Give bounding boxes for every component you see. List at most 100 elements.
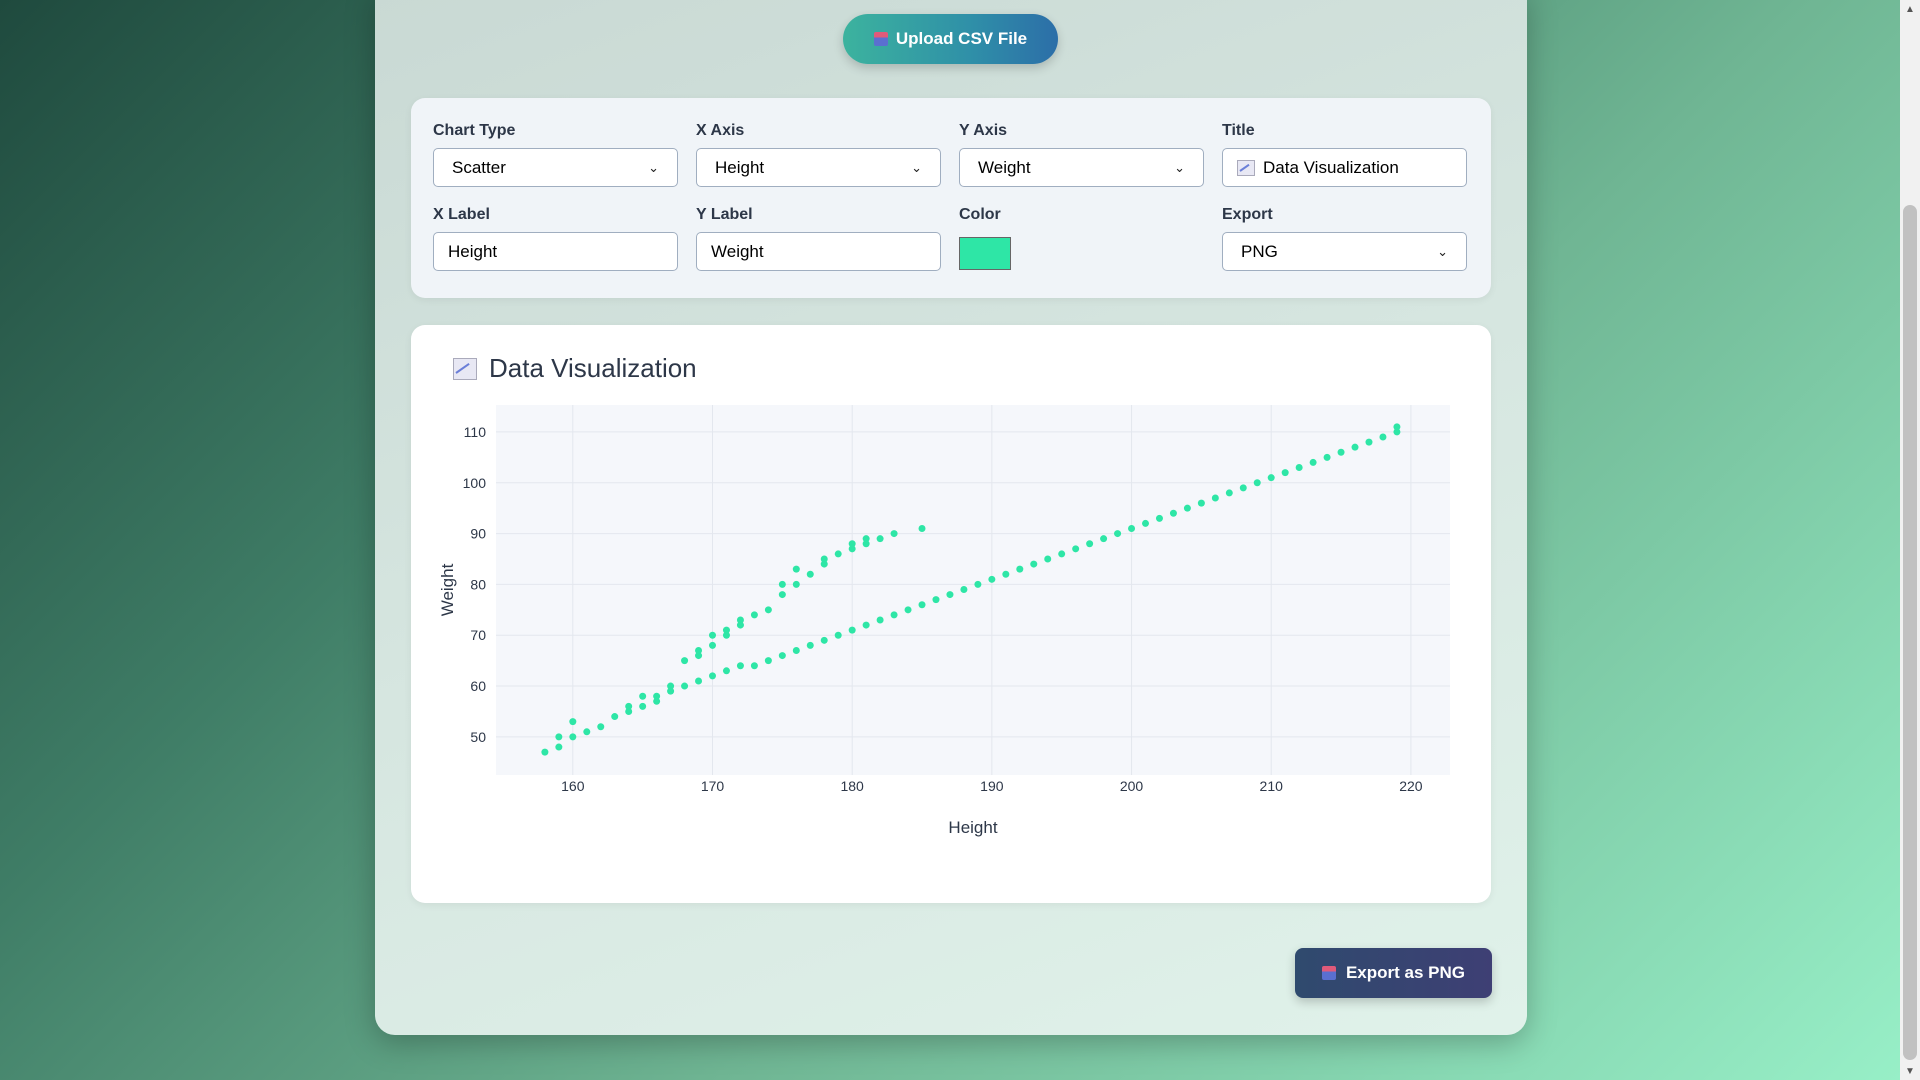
data-point[interactable] xyxy=(667,682,675,690)
data-point[interactable] xyxy=(639,692,647,700)
data-point[interactable] xyxy=(792,580,800,588)
export-format-select[interactable]: PNG ⌄ xyxy=(1222,232,1467,271)
page-scrollbar[interactable]: ▲ ▼ xyxy=(1900,0,1920,1080)
data-point[interactable] xyxy=(820,636,828,644)
y-label-input[interactable]: Weight xyxy=(696,232,941,271)
data-point[interactable] xyxy=(569,718,577,726)
data-point[interactable] xyxy=(932,596,940,604)
data-point[interactable] xyxy=(750,611,758,619)
data-point[interactable] xyxy=(862,621,870,629)
data-point[interactable] xyxy=(862,535,870,543)
data-point[interactable] xyxy=(1351,443,1359,451)
data-point[interactable] xyxy=(1211,494,1219,502)
data-point[interactable] xyxy=(974,580,982,588)
upload-csv-button[interactable]: Upload CSV File xyxy=(843,14,1058,64)
data-point[interactable] xyxy=(876,535,884,543)
data-point[interactable] xyxy=(1295,464,1303,472)
data-point[interactable] xyxy=(834,631,842,639)
data-point[interactable] xyxy=(681,657,689,665)
data-point[interactable] xyxy=(1155,514,1163,522)
data-point[interactable] xyxy=(848,540,856,548)
data-point[interactable] xyxy=(792,565,800,573)
data-point[interactable] xyxy=(736,662,744,670)
data-point[interactable] xyxy=(1114,530,1122,538)
scatter-chart[interactable]: 160 170 180 190 200 210 220 50 60 70 80 90 100 110 H… xyxy=(411,325,1491,903)
chart-type-select[interactable]: Scatter ⌄ xyxy=(433,148,678,187)
data-point[interactable] xyxy=(1002,570,1010,578)
data-point[interactable] xyxy=(1281,469,1289,477)
data-point[interactable] xyxy=(960,585,968,593)
data-point[interactable] xyxy=(1142,519,1150,527)
data-point[interactable] xyxy=(695,646,703,654)
data-point[interactable] xyxy=(1253,479,1261,487)
x-axis-select[interactable]: Height ⌄ xyxy=(696,148,941,187)
data-point[interactable] xyxy=(848,626,856,634)
data-point[interactable] xyxy=(904,606,912,614)
data-point[interactable] xyxy=(890,611,898,619)
data-point[interactable] xyxy=(806,641,814,649)
data-point[interactable] xyxy=(555,743,563,751)
data-point[interactable] xyxy=(876,616,884,624)
data-point[interactable] xyxy=(1072,545,1080,553)
data-point[interactable] xyxy=(611,713,619,721)
data-point[interactable] xyxy=(597,723,605,731)
title-input[interactable]: Data Visualization xyxy=(1222,148,1467,187)
data-point[interactable] xyxy=(750,662,758,670)
data-point[interactable] xyxy=(722,626,730,634)
data-point[interactable] xyxy=(764,606,772,614)
data-point[interactable] xyxy=(918,601,926,609)
scroll-down-icon[interactable]: ▼ xyxy=(1900,1062,1920,1080)
data-point[interactable] xyxy=(722,667,730,675)
data-point[interactable] xyxy=(583,728,591,736)
data-point[interactable] xyxy=(890,530,898,538)
data-point[interactable] xyxy=(1183,504,1191,512)
data-point[interactable] xyxy=(1030,560,1038,568)
data-point[interactable] xyxy=(1016,565,1024,573)
data-point[interactable] xyxy=(736,616,744,624)
data-point[interactable] xyxy=(1365,438,1373,446)
data-point[interactable] xyxy=(709,631,717,639)
data-point[interactable] xyxy=(834,550,842,558)
data-point[interactable] xyxy=(709,641,717,649)
data-point[interactable] xyxy=(1197,499,1205,507)
data-point[interactable] xyxy=(709,672,717,680)
data-point[interactable] xyxy=(1044,555,1052,563)
data-point[interactable] xyxy=(792,646,800,654)
data-point[interactable] xyxy=(820,555,828,563)
x-label-input[interactable]: Height xyxy=(433,232,678,271)
data-point[interactable] xyxy=(1379,433,1387,441)
data-point[interactable] xyxy=(806,570,814,578)
data-point[interactable] xyxy=(1100,535,1108,543)
data-point[interactable] xyxy=(555,733,563,741)
data-point[interactable] xyxy=(1267,474,1275,482)
data-point[interactable] xyxy=(778,580,786,588)
data-point[interactable] xyxy=(1323,453,1331,461)
data-point[interactable] xyxy=(569,733,577,741)
data-point[interactable] xyxy=(1239,484,1247,492)
scrollbar-thumb[interactable] xyxy=(1903,205,1917,1060)
data-point[interactable] xyxy=(695,677,703,685)
data-point[interactable] xyxy=(1086,540,1094,548)
data-point[interactable] xyxy=(1309,458,1317,466)
color-picker[interactable] xyxy=(959,237,1011,270)
data-point[interactable] xyxy=(1128,525,1136,533)
data-point[interactable] xyxy=(764,657,772,665)
data-point[interactable] xyxy=(778,652,786,660)
data-point[interactable] xyxy=(639,702,647,710)
data-point[interactable] xyxy=(1058,550,1066,558)
data-point[interactable] xyxy=(778,591,786,599)
data-point[interactable] xyxy=(946,591,954,599)
data-point[interactable] xyxy=(541,748,549,756)
data-point[interactable] xyxy=(653,692,661,700)
data-point[interactable] xyxy=(1225,489,1233,497)
data-point[interactable] xyxy=(988,575,996,583)
data-point[interactable] xyxy=(1337,448,1345,456)
export-png-button[interactable]: Export as PNG xyxy=(1295,948,1492,998)
y-axis-select[interactable]: Weight ⌄ xyxy=(959,148,1204,187)
data-point[interactable] xyxy=(681,682,689,690)
data-point[interactable] xyxy=(625,702,633,710)
data-point[interactable] xyxy=(918,525,926,533)
scroll-up-icon[interactable]: ▲ xyxy=(1900,0,1920,18)
data-point[interactable] xyxy=(1169,509,1177,517)
data-point[interactable] xyxy=(1393,423,1401,431)
